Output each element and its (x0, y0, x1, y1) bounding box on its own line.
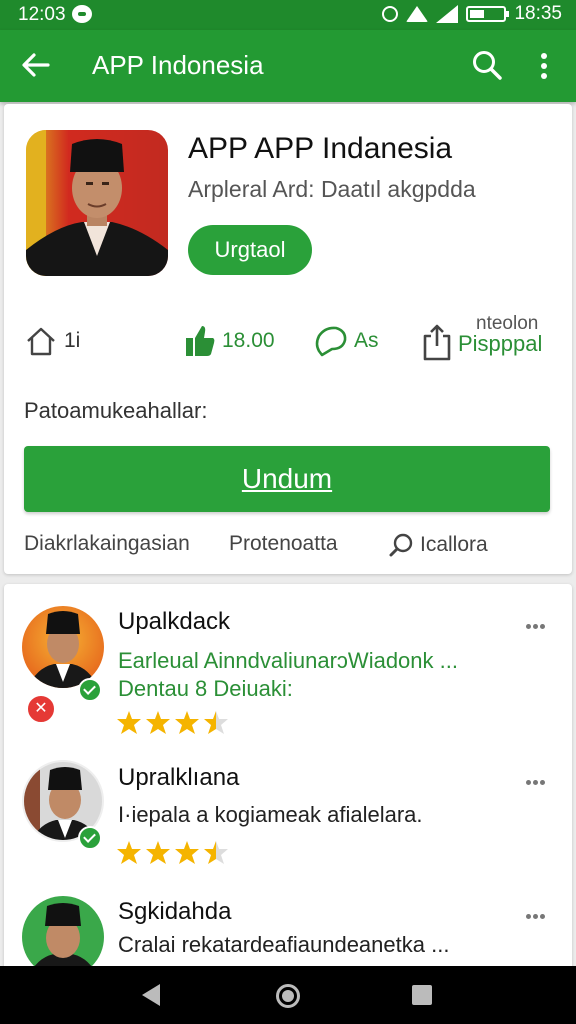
reviewer-name: Sgkidahda (118, 898, 232, 925)
back-arrow-icon[interactable] (20, 50, 50, 80)
review-menu-icon[interactable] (526, 772, 550, 786)
app-subtitle: Arpleral Ard: Daatıl akgpdda (188, 176, 476, 202)
battery-icon (466, 6, 510, 22)
nav-back-icon[interactable] (142, 984, 160, 1006)
alarm-icon (382, 6, 399, 22)
app-bar: APP Indonesia (0, 30, 576, 102)
install-button[interactable]: Urgtaol (188, 225, 312, 275)
stat-comments-value: As (354, 329, 379, 352)
review-text-line: Cralai rekatardeafiaundeanetka ... (118, 932, 450, 957)
error-badge-icon: ✕ (26, 694, 56, 724)
system-nav-bar (0, 966, 576, 1024)
page-title: APP Indonesia (92, 50, 264, 80)
footer-link-search[interactable]: Icallora (388, 532, 488, 558)
stat-share[interactable]: nteolon Pispppal (420, 314, 543, 361)
avatar-portrait (28, 611, 98, 688)
rating-stars (116, 710, 232, 736)
footer-link-details[interactable]: Protenoatta (229, 532, 338, 556)
status-clock: 18:35 (514, 3, 562, 24)
nav-home-icon[interactable] (276, 984, 300, 1008)
wifi-icon (406, 6, 429, 22)
status-icons: 18:35 (382, 3, 562, 25)
verified-badge-icon (78, 678, 102, 702)
rating-stars (116, 840, 232, 866)
star-rating-icon (117, 841, 228, 864)
chat-icon (315, 326, 347, 357)
review-menu-icon[interactable] (526, 616, 550, 630)
download-button[interactable]: Undum (24, 446, 550, 512)
reviewer-name: Upalkdack (118, 608, 231, 635)
app-name: APP APP Indanesia (188, 132, 453, 165)
signal-icon (436, 5, 459, 23)
share-icon (423, 324, 451, 361)
status-time: 12:03 (18, 4, 66, 25)
app-icon (26, 130, 168, 276)
app-info-card: APP APP Indanesia Arpleral Ard: Daatıl a… (4, 104, 572, 574)
home-icon (27, 327, 55, 356)
nav-recents-icon[interactable] (412, 985, 432, 1005)
footer-link-info[interactable]: Diakrlakaingasian (24, 532, 190, 556)
search-icon[interactable] (470, 48, 504, 82)
stat-downloads[interactable]: 1i (24, 324, 80, 358)
footer-link-search-label: Icallora (420, 533, 488, 556)
stat-likes[interactable]: 18.00 (184, 324, 275, 358)
review-text-line: I·iepala a kogiameak afialelara. (118, 802, 423, 827)
status-bar: 12:03 18:35 (0, 0, 576, 30)
stat-likes-value: 18.00 (222, 329, 275, 352)
review-text-line: Dentau 8 Deiuaki: (118, 676, 293, 701)
portrait-image (26, 130, 168, 276)
notification-icon (72, 5, 92, 23)
reviews-card: ✕ Upalkdack Earleual AinndvaliunarɔWiado… (4, 584, 572, 984)
section-label: Patoamukeahallar: (24, 398, 208, 423)
review-menu-icon[interactable] (526, 906, 550, 920)
stat-downloads-value: 1i (64, 329, 81, 352)
more-options-icon[interactable] (536, 50, 552, 80)
reviewer-name: Upralklıana (118, 764, 240, 791)
review-text-line: Earleual AinndvaliunarɔWiadonk ... (118, 648, 458, 673)
star-rating-icon (117, 711, 228, 734)
magnifier-icon (389, 533, 413, 557)
thumb-up-icon (186, 326, 215, 356)
stat-share-value: Pispppal (458, 331, 543, 356)
avatar (22, 606, 104, 688)
verified-badge-icon (78, 826, 102, 850)
stat-comments[interactable]: As (312, 324, 379, 358)
